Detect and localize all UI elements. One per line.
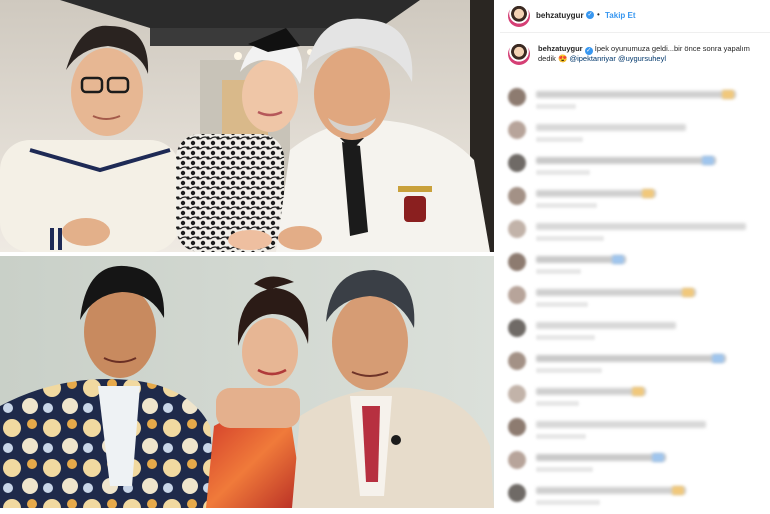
comment-meta-blurred	[536, 500, 600, 505]
photo-current-illustration	[0, 0, 494, 252]
comment-text-blurred	[536, 388, 646, 395]
comment-meta-blurred	[536, 236, 604, 241]
comment-item	[508, 385, 764, 415]
comment-emoji-blurred	[642, 189, 654, 198]
comment-avatar[interactable]	[508, 220, 526, 238]
comment-text-blurred	[536, 454, 666, 461]
photo-old	[0, 256, 494, 508]
comment-meta-blurred	[536, 203, 597, 208]
comment-text-blurred	[536, 355, 726, 362]
comment-avatar[interactable]	[508, 385, 526, 403]
comment-avatar[interactable]	[508, 154, 526, 172]
comment-avatar[interactable]	[508, 88, 526, 106]
comment-text-blurred	[536, 91, 736, 98]
mention-ipektanriyar[interactable]: @ipektanriyar	[569, 54, 615, 63]
comment-emoji-blurred	[702, 156, 714, 165]
comment-avatar[interactable]	[508, 484, 526, 502]
caption-avatar[interactable]	[508, 43, 530, 65]
post-header: behzatuygur ✓ • Takip Et	[500, 0, 770, 33]
comment-meta-blurred	[536, 137, 583, 142]
comment-item	[508, 220, 764, 250]
comment-meta-blurred	[536, 302, 588, 307]
follow-button[interactable]: Takip Et	[605, 11, 636, 20]
separator-dot: •	[597, 10, 600, 19]
verified-badge-icon: ✓	[586, 11, 594, 19]
comment-item	[508, 352, 764, 382]
comment-emoji-blurred	[722, 90, 734, 99]
comment-meta-blurred	[536, 335, 595, 340]
comment-text-blurred	[536, 322, 676, 329]
comment-item	[508, 286, 764, 316]
comment-emoji-blurred	[712, 354, 724, 363]
comment-emoji-blurred	[672, 486, 684, 495]
comment-item	[508, 253, 764, 283]
comment-emoji-blurred	[652, 453, 664, 462]
comment-meta-blurred	[536, 170, 590, 175]
comment-avatar[interactable]	[508, 319, 526, 337]
comment-meta-blurred	[536, 467, 593, 472]
comment-avatar[interactable]	[508, 121, 526, 139]
comment-item	[508, 319, 764, 349]
caption-emoji: 😍	[558, 54, 568, 63]
comment-item	[508, 418, 764, 448]
comment-item	[508, 187, 764, 217]
photo-current	[0, 0, 494, 252]
avatar[interactable]	[508, 5, 530, 27]
photo-old-illustration	[0, 256, 494, 508]
header-username[interactable]: behzatuygur	[536, 11, 584, 20]
comment-emoji-blurred	[682, 288, 694, 297]
comment-text-blurred	[536, 190, 656, 197]
comment-avatar[interactable]	[508, 418, 526, 436]
comment-text-blurred	[536, 124, 686, 131]
comment-meta-blurred	[536, 434, 586, 439]
comment-item	[508, 484, 764, 514]
comment-avatar[interactable]	[508, 187, 526, 205]
post-side-panel: behzatuygur ✓ • Takip Et behzatuygur ✓ İ…	[500, 0, 770, 508]
comment-emoji-blurred	[612, 255, 624, 264]
post-caption: behzatuygur ✓ İpek oyunumuza geldi...bir…	[538, 44, 764, 64]
comment-meta-blurred	[536, 401, 579, 406]
comment-text-blurred	[536, 289, 696, 296]
comment-item	[508, 154, 764, 184]
comment-avatar[interactable]	[508, 253, 526, 271]
comment-text-blurred	[536, 157, 716, 164]
comment-text-blurred	[536, 223, 746, 230]
caption-username[interactable]: behzatuygur	[538, 44, 583, 53]
comment-meta-blurred	[536, 104, 576, 109]
comment-text-blurred	[536, 487, 686, 494]
comment-item	[508, 88, 764, 118]
instagram-post-screenshot: behzatuygur ✓ • Takip Et behzatuygur ✓ İ…	[0, 0, 770, 508]
mention-uygursuheyl[interactable]: @uygursuheyl	[618, 54, 666, 63]
comment-item	[508, 121, 764, 151]
comment-meta-blurred	[536, 269, 581, 274]
comment-item	[508, 451, 764, 481]
comment-text-blurred	[536, 421, 706, 428]
comment-meta-blurred	[536, 368, 602, 373]
comment-avatar[interactable]	[508, 352, 526, 370]
comment-avatar[interactable]	[508, 286, 526, 304]
comment-avatar[interactable]	[508, 451, 526, 469]
caption-verified-icon: ✓	[584, 47, 593, 55]
comment-emoji-blurred	[632, 387, 644, 396]
